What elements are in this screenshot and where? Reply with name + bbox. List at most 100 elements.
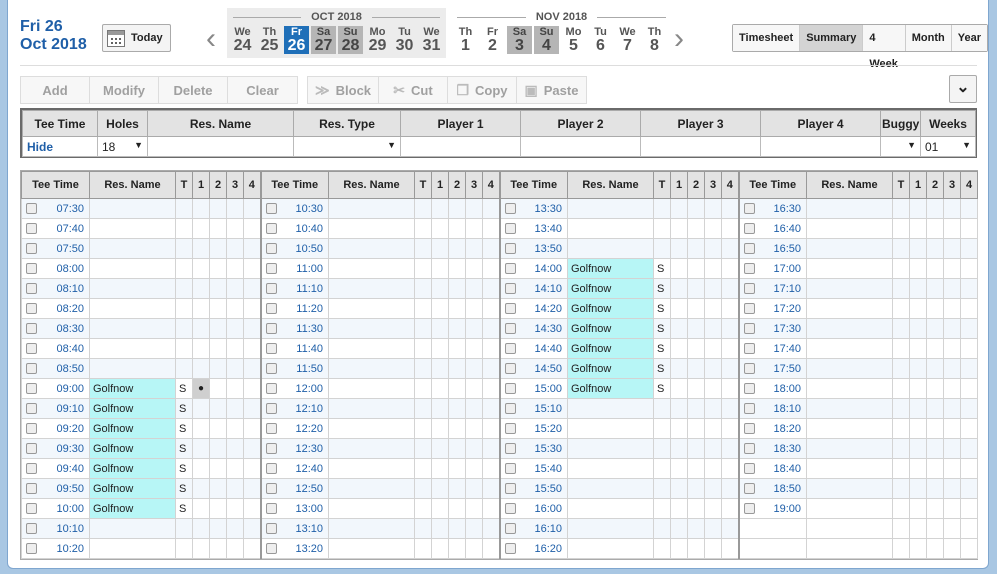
slot-checkbox[interactable] — [504, 223, 516, 235]
slot-checkbox[interactable] — [504, 323, 516, 335]
res-name-cell[interactable] — [806, 418, 893, 439]
tee-time-cell[interactable]: 13:00 — [259, 498, 329, 519]
add-button[interactable]: Add — [21, 77, 90, 103]
player-2-cell[interactable] — [687, 218, 705, 239]
player-4-cell[interactable] — [721, 278, 739, 299]
player-1-cell[interactable] — [670, 418, 688, 439]
player-1-cell[interactable] — [670, 518, 688, 539]
tee-time-cell[interactable]: 09:30 — [21, 438, 90, 459]
player-4-cell[interactable] — [960, 378, 978, 399]
slot-checkbox[interactable] — [265, 343, 277, 355]
tee-time-cell[interactable]: 17:00 — [737, 258, 807, 279]
tee-time-cell[interactable]: 10:30 — [259, 198, 329, 219]
tee-time-cell[interactable]: 18:20 — [737, 418, 807, 439]
player-4-cell[interactable] — [960, 478, 978, 499]
res-name-cell[interactable]: Golfnow — [89, 418, 176, 439]
res-name-cell[interactable]: Golfnow — [89, 438, 176, 459]
player-1-cell[interactable] — [431, 318, 449, 339]
slot-checkbox[interactable] — [504, 243, 516, 255]
tee-time-cell[interactable]: 19:00 — [737, 498, 807, 519]
paste-button[interactable]: ▣ Paste — [517, 77, 586, 103]
tee-time-cell[interactable]: 17:50 — [737, 358, 807, 379]
player-4-cell[interactable] — [243, 258, 261, 279]
slot-checkbox[interactable] — [26, 483, 37, 495]
player-1-cell[interactable] — [670, 218, 688, 239]
player-3-cell[interactable] — [465, 518, 483, 539]
res-name-cell[interactable] — [806, 498, 893, 519]
player-4-cell[interactable] — [482, 418, 500, 439]
player-2-cell[interactable] — [687, 258, 705, 279]
player-4-cell[interactable] — [721, 238, 739, 259]
slot-checkbox[interactable] — [743, 483, 755, 495]
player-4-cell[interactable] — [243, 438, 261, 459]
player-4-cell[interactable] — [960, 498, 978, 519]
slot-checkbox[interactable] — [504, 343, 516, 355]
player-4-cell[interactable] — [482, 218, 500, 239]
player-3-cell[interactable] — [465, 298, 483, 319]
player-4-cell[interactable] — [482, 278, 500, 299]
calendar-day[interactable]: Sa 3 — [507, 26, 532, 54]
player-4-cell[interactable] — [721, 518, 739, 539]
player-4-cell[interactable] — [960, 518, 978, 539]
player-1-cell[interactable] — [670, 538, 688, 559]
player-2-cell[interactable] — [209, 338, 227, 359]
tee-time-cell[interactable]: 15:30 — [498, 438, 568, 459]
player-4-cell[interactable] — [721, 258, 739, 279]
player-4-cell[interactable] — [960, 338, 978, 359]
player-3-cell[interactable] — [226, 278, 244, 299]
slot-checkbox[interactable] — [26, 543, 37, 555]
slot-checkbox[interactable] — [743, 403, 755, 415]
player4-input[interactable] — [760, 136, 881, 157]
view-tab-year[interactable]: Year — [951, 25, 987, 51]
weeks-select[interactable]: 01 — [920, 136, 976, 157]
slot-checkbox[interactable] — [743, 363, 755, 375]
player-1-cell[interactable] — [192, 398, 210, 419]
player-4-cell[interactable] — [243, 218, 261, 239]
tee-time-cell[interactable]: 09:20 — [21, 418, 90, 439]
prev-arrow-icon[interactable]: ‹ — [200, 22, 222, 56]
player-3-cell[interactable] — [465, 318, 483, 339]
player-4-cell[interactable] — [243, 398, 261, 419]
player-2-cell[interactable] — [209, 458, 227, 479]
calendar-day[interactable]: Th 8 — [642, 26, 667, 54]
player-1-cell[interactable] — [909, 238, 927, 259]
res-name-cell[interactable] — [806, 358, 893, 379]
player-4-cell[interactable] — [721, 318, 739, 339]
player-2-cell[interactable] — [926, 438, 944, 459]
player-4-cell[interactable] — [960, 238, 978, 259]
player-3-cell[interactable] — [465, 238, 483, 259]
res-name-cell[interactable]: Golfnow — [89, 478, 176, 499]
player-4-cell[interactable] — [960, 538, 978, 559]
player-3-cell[interactable] — [704, 378, 722, 399]
player-2-cell[interactable] — [209, 218, 227, 239]
player-4-cell[interactable] — [243, 498, 261, 519]
player-3-cell[interactable] — [943, 278, 961, 299]
slot-checkbox[interactable] — [504, 523, 516, 535]
player-1-cell[interactable] — [909, 218, 927, 239]
player-4-cell[interactable] — [721, 538, 739, 559]
slot-checkbox[interactable] — [504, 503, 516, 515]
player-4-cell[interactable] — [243, 338, 261, 359]
player-4-cell[interactable] — [482, 238, 500, 259]
player-3-cell[interactable] — [704, 298, 722, 319]
slot-checkbox[interactable] — [743, 203, 755, 215]
res-name-cell[interactable] — [328, 498, 415, 519]
player-3-cell[interactable] — [465, 378, 483, 399]
res-name-cell[interactable] — [89, 318, 176, 339]
clear-button[interactable]: Clear — [228, 77, 297, 103]
slot-checkbox[interactable] — [265, 223, 277, 235]
player-1-cell[interactable] — [670, 318, 688, 339]
slot-checkbox[interactable] — [26, 323, 37, 335]
tee-time-cell[interactable]: 14:40 — [498, 338, 568, 359]
slot-checkbox[interactable] — [265, 503, 277, 515]
slot-checkbox[interactable] — [265, 483, 277, 495]
player-4-cell[interactable] — [960, 398, 978, 419]
player-3-cell[interactable] — [943, 458, 961, 479]
calendar-day[interactable]: Sa 27 — [311, 26, 336, 54]
calendar-day[interactable]: Tu 30 — [392, 26, 417, 54]
player-3-cell[interactable] — [465, 398, 483, 419]
slot-checkbox[interactable] — [265, 283, 277, 295]
tee-time-cell[interactable]: 09:00 — [21, 378, 90, 399]
slot-checkbox[interactable] — [743, 343, 755, 355]
player-1-cell[interactable] — [192, 198, 210, 219]
